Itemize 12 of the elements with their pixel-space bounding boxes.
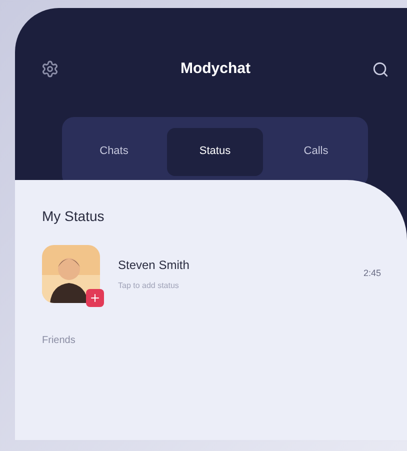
contact-name: Steven Smith xyxy=(118,257,190,274)
status-subtitle: Tap to add status xyxy=(118,280,180,292)
settings-icon[interactable] xyxy=(41,60,59,78)
tab[interactable]: Status xyxy=(167,128,263,176)
section-heading: My Status xyxy=(42,207,106,226)
add-status-badge[interactable] xyxy=(86,289,104,307)
search-icon[interactable] xyxy=(372,60,389,78)
status-time: 2:45 xyxy=(363,267,381,280)
tab[interactable]: Calls xyxy=(276,128,356,176)
section-heading: Friends xyxy=(42,334,76,348)
app-title: Modychat xyxy=(180,59,250,79)
tab[interactable]: Chats xyxy=(74,128,154,176)
